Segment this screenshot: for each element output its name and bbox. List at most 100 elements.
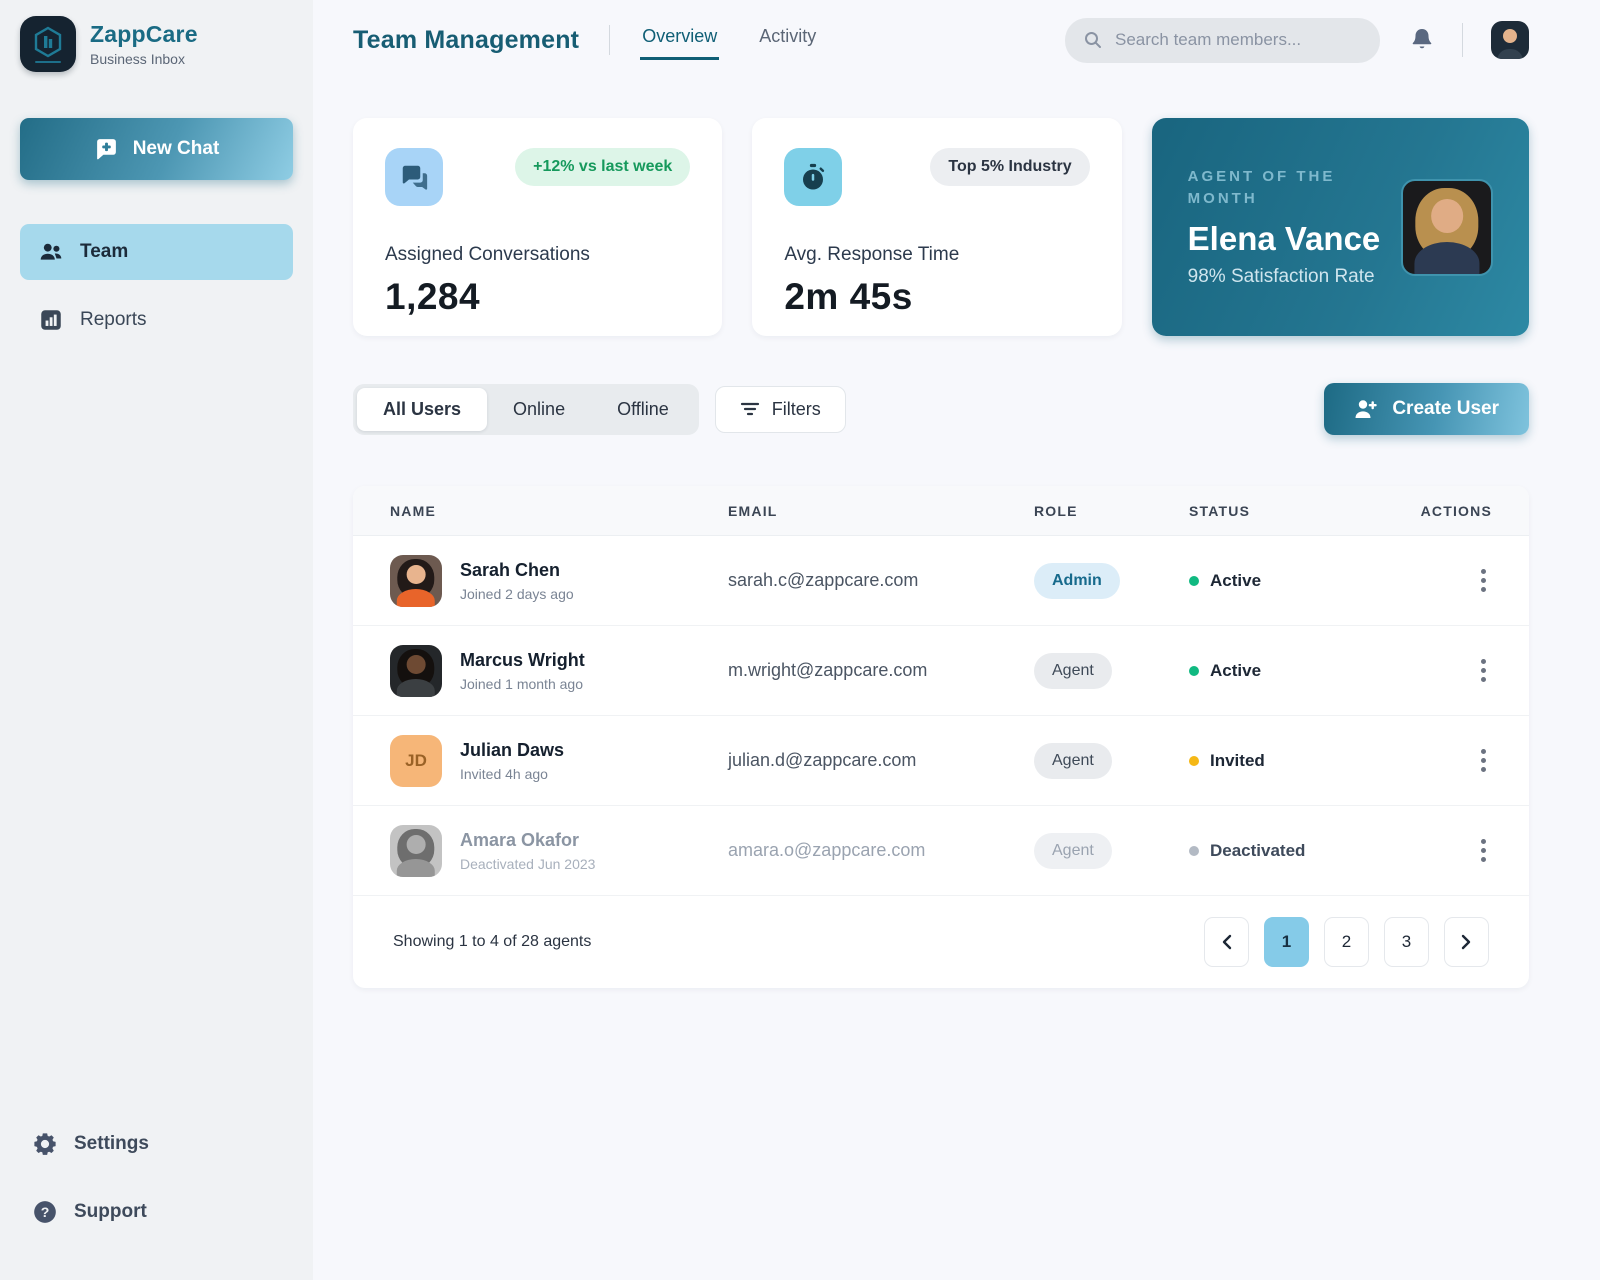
sidebar-item-support[interactable]: ? Support	[20, 1184, 293, 1240]
agent-of-month-card: AGENT OF THE MONTH Elena Vance 98% Satis…	[1151, 118, 1529, 336]
agent-of-month-eyebrow: AGENT OF THE MONTH	[1187, 168, 1336, 207]
stat-card-conversations: +12% vs last week Assigned Conversations…	[353, 118, 723, 336]
search-icon	[1085, 32, 1101, 48]
table-header: NAME EMAIL ROLE STATUS ACTIONS	[353, 486, 1529, 536]
prev-page-button[interactable]	[1204, 917, 1249, 967]
next-page-button[interactable]	[1444, 917, 1489, 967]
stat-label: Assigned Conversations	[385, 244, 590, 265]
status-dot	[1189, 845, 1199, 856]
new-chat-button[interactable]: New Chat	[20, 118, 293, 180]
bell-icon	[1412, 29, 1432, 49]
stat-card-response-time: Top 5% Industry Avg. Response Time 2m 45…	[752, 118, 1122, 336]
avatar	[390, 554, 442, 607]
notifications-button[interactable]	[1410, 27, 1434, 53]
stat-value: 1,284	[385, 276, 481, 317]
stat-badge: Top 5% Industry	[930, 148, 1090, 186]
member-name: Julian Daws	[460, 739, 565, 760]
sidebar-item-label: Reports	[80, 309, 147, 330]
svg-text:?: ?	[41, 1204, 50, 1220]
member-email: julian.d@zappcare.com	[728, 750, 917, 770]
column-name: NAME	[390, 502, 437, 519]
pagination: 1 2 3	[1204, 917, 1489, 967]
tab-overview[interactable]: Overview	[640, 20, 720, 60]
header-tabs: Overview Activity	[640, 20, 818, 60]
reports-icon	[41, 310, 61, 330]
status-badge: Invited	[1189, 751, 1416, 771]
brand: ZappCare Business Inbox	[20, 16, 293, 72]
page-button-1[interactable]: 1	[1264, 917, 1309, 967]
hexagon-logo-icon	[34, 26, 62, 57]
new-chat-label: New Chat	[132, 138, 220, 159]
column-status: STATUS	[1189, 502, 1251, 519]
brand-name: ZappCare	[90, 21, 198, 47]
team-table: NAME EMAIL ROLE STATUS ACTIONS Sarah Che…	[353, 486, 1529, 988]
chat-plus-icon	[96, 138, 116, 159]
filters-button[interactable]: Filters	[714, 385, 846, 433]
member-joined: Invited 4h ago	[460, 765, 548, 782]
help-icon: ?	[34, 1201, 56, 1223]
settings-label: Settings	[74, 1133, 149, 1154]
profile-avatar[interactable]	[1491, 21, 1529, 59]
member-name: Amara Okafor	[460, 829, 580, 850]
member-joined: Joined 1 month ago	[460, 675, 583, 692]
stat-value: 2m 45s	[784, 276, 913, 317]
column-actions: ACTIONS	[1420, 502, 1492, 519]
member-email: m.wright@zappcare.com	[728, 660, 928, 680]
sidebar-item-reports[interactable]: Reports	[20, 292, 293, 348]
status-badge: Active	[1189, 571, 1416, 591]
gear-icon	[34, 1133, 56, 1155]
status-badge: Active	[1189, 661, 1416, 681]
search-input[interactable]	[1115, 30, 1362, 50]
agent-of-month-name: Elena Vance	[1187, 219, 1381, 257]
table-row: Marcus Wright Joined 1 month ago m.wrigh…	[353, 626, 1529, 716]
tab-offline[interactable]: Offline	[591, 388, 695, 431]
sidebar-item-team[interactable]: Team	[20, 224, 293, 280]
column-role: ROLE	[1034, 502, 1078, 519]
row-actions-menu[interactable]	[1475, 653, 1492, 688]
role-badge: Agent	[1034, 742, 1112, 779]
agent-photo	[1400, 178, 1493, 276]
tab-online[interactable]: Online	[487, 388, 591, 431]
team-icon	[40, 243, 62, 260]
row-actions-menu[interactable]	[1475, 833, 1492, 868]
member-email: sarah.c@zappcare.com	[728, 570, 919, 590]
zappcare-logo-icon	[20, 16, 76, 72]
search-box[interactable]	[1065, 17, 1380, 63]
tab-activity[interactable]: Activity	[757, 20, 818, 60]
stopwatch-icon	[784, 148, 843, 206]
status-dot	[1189, 575, 1199, 586]
avatar	[390, 644, 442, 697]
role-badge: Agent	[1034, 652, 1112, 689]
row-actions-menu[interactable]	[1475, 563, 1492, 598]
member-name: Sarah Chen	[460, 559, 561, 580]
table-footer: Showing 1 to 4 of 28 agents 1 2 3	[353, 896, 1529, 988]
page-button-2[interactable]: 2	[1324, 917, 1369, 967]
table-row: JD Julian Daws Invited 4h ago julian.d@z…	[353, 716, 1529, 806]
filter-row: All Users Online Offline Filters Create …	[353, 383, 1529, 435]
sidebar: ZappCare Business Inbox New Chat Team Re…	[0, 0, 313, 1280]
topbar: Team Management Overview Activity	[353, 16, 1529, 64]
sidebar-item-settings[interactable]: Settings	[20, 1116, 293, 1172]
filters-label: Filters	[771, 398, 821, 419]
status-badge: Deactivated	[1189, 841, 1416, 861]
stat-label: Avg. Response Time	[784, 244, 960, 265]
tab-all-users[interactable]: All Users	[357, 387, 488, 431]
member-joined: Deactivated Jun 2023	[460, 855, 596, 872]
page-button-3[interactable]: 3	[1384, 917, 1429, 967]
stat-badge: +12% vs last week	[515, 148, 691, 186]
create-user-label: Create User	[1392, 398, 1499, 419]
main-content: Team Management Overview Activity Search…	[313, 0, 1600, 1280]
status-dot	[1189, 755, 1199, 766]
agent-of-month-satisfaction: 98% Satisfaction Rate	[1187, 265, 1375, 287]
avatar-initials: JD	[390, 734, 442, 787]
brand-subtitle: Business Inbox	[90, 51, 185, 67]
chevron-right-icon	[1461, 934, 1471, 950]
user-filter-tabs: All Users Online Offline	[353, 383, 699, 435]
role-badge: Agent	[1034, 832, 1112, 869]
page-title: Team Management	[353, 25, 580, 54]
column-email: EMAIL	[728, 502, 778, 519]
stats-row: +12% vs last week Assigned Conversations…	[353, 118, 1529, 336]
row-actions-menu[interactable]	[1475, 743, 1492, 778]
create-user-button[interactable]: Create User	[1324, 383, 1529, 435]
pagination-summary: Showing 1 to 4 of 28 agents	[393, 933, 592, 950]
